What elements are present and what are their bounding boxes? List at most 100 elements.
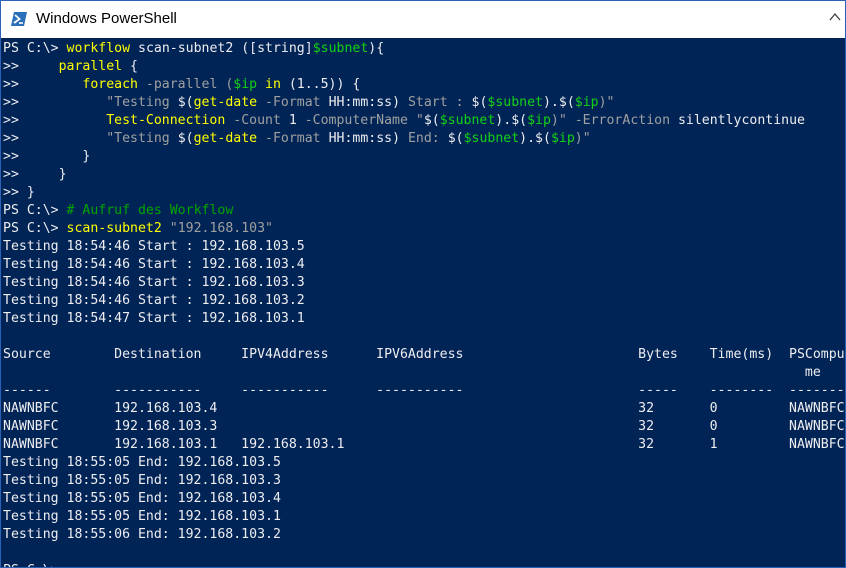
- console-output[interactable]: PS C:\> workflow scan-subnet2 ([string]$…: [1, 38, 845, 567]
- console-segment: >> }: [3, 149, 91, 164]
- console-segment: ).: [495, 113, 512, 128]
- console-segment: )": [550, 113, 567, 128]
- console-segment: silentlycontinue: [670, 113, 805, 128]
- console-line: PS C:\> # Aufruf des Workflow: [3, 202, 845, 220]
- console-segment: "192.168.103": [161, 221, 273, 236]
- console-segment: me: [3, 365, 821, 380]
- console-segment: $(: [511, 113, 528, 128]
- console-line: >> }: [3, 184, 845, 202]
- console-segment: Testing 18:55:06 End: 192.168.103.2: [3, 527, 281, 542]
- console-segment: NAWNBFC 192.168.103.3 32 0 NAWNBFC: [3, 419, 845, 434]
- console-segment: $(: [471, 95, 488, 110]
- console-line: PS C:\>: [3, 562, 845, 567]
- console-segment: $subnet: [463, 131, 520, 146]
- console-segment: -parallel (: [137, 77, 234, 92]
- console-line: Testing 18:55:06 End: 192.168.103.2: [3, 526, 845, 544]
- console-segment: $(: [177, 131, 194, 146]
- chevron-up-icon[interactable]: [829, 11, 841, 23]
- console-segment: "Testing: [106, 95, 178, 110]
- console-line: >> "Testing $(get-date -Format HH:mm:ss)…: [3, 130, 845, 148]
- console-segment: Testing 18:54:46 Start : 192.168.103.5: [3, 239, 305, 254]
- console-segment: ).: [542, 95, 559, 110]
- console-segment: "Testing: [106, 131, 178, 146]
- console-segment: ------ ----------- ----------- ---------…: [3, 383, 845, 398]
- console-segment: -Format: [257, 131, 321, 146]
- console-segment: # Aufruf des Workflow: [66, 203, 234, 218]
- console-segment: scan-subnet2: [66, 221, 162, 236]
- console-segment: $subnet: [312, 41, 369, 56]
- console-segment: 1: [280, 113, 305, 128]
- console-line: Testing 18:55:05 End: 192.168.103.4: [3, 490, 845, 508]
- console-segment: >> }: [3, 185, 35, 200]
- console-segment: $ip: [527, 113, 551, 128]
- console-line: Testing 18:54:46 Start : 192.168.103.3: [3, 274, 845, 292]
- console-segment: scan-subnet2 (: [130, 41, 250, 56]
- console-line: NAWNBFC 192.168.103.3 32 0 NAWNBFC: [3, 418, 845, 436]
- console-segment: Source Destination IPV4Address IPV6Addre…: [3, 347, 845, 362]
- console-segment: >>: [3, 95, 107, 110]
- console-segment: $subnet: [439, 113, 496, 128]
- console-line: ------ ----------- ----------- ---------…: [3, 382, 845, 400]
- console-segment: Testing 18:55:05 End: 192.168.103.4: [3, 491, 281, 506]
- console-line: Testing 18:55:05 End: 192.168.103.1: [3, 508, 845, 526]
- console-segment: foreach: [82, 77, 138, 92]
- console-segment: ).: [519, 131, 536, 146]
- console-text: PS C:\> workflow scan-subnet2 ([string]$…: [3, 40, 845, 567]
- console-segment: in: [257, 77, 289, 92]
- console-segment: HH:mm:ss): [320, 95, 408, 110]
- console-segment: NAWNBFC 192.168.103.1 192.168.103.1 32 1…: [3, 437, 845, 452]
- console-line: NAWNBFC 192.168.103.1 192.168.103.1 32 1…: [3, 436, 845, 454]
- console-line: >> Test-Connection -Count 1 -ComputerNam…: [3, 112, 845, 130]
- console-line: NAWNBFC 192.168.103.4 32 0 NAWNBFC: [3, 400, 845, 418]
- powershell-icon: [11, 12, 27, 26]
- console-segment: PS C:\>: [3, 203, 67, 218]
- console-segment: >>: [3, 113, 107, 128]
- console-segment: $subnet: [487, 95, 543, 110]
- console-segment: $(: [535, 131, 551, 146]
- console-segment: PS C:\>: [3, 41, 67, 56]
- console-segment: Testing 18:54:46 Start : 192.168.103.2: [3, 293, 305, 308]
- console-line: >> parallel {: [3, 58, 845, 76]
- console-line: Testing 18:54:46 Start : 192.168.103.2: [3, 292, 845, 310]
- console-segment: Testing 18:54:46 Start : 192.168.103.4: [3, 257, 305, 272]
- console-line: Testing 18:55:05 End: 192.168.103.3: [3, 472, 845, 490]
- console-segment: NAWNBFC 192.168.103.4 32 0 NAWNBFC: [3, 401, 845, 416]
- console-line: PS C:\> workflow scan-subnet2 ([string]$…: [3, 40, 845, 58]
- console-line: >> foreach -parallel ($ip in (1..5)) {: [3, 76, 845, 94]
- console-line: Source Destination IPV4Address IPV6Addre…: [3, 346, 845, 364]
- console-segment: ){: [368, 41, 385, 56]
- console-segment: )": [574, 131, 591, 146]
- console-segment: >>: [3, 59, 59, 74]
- console-segment: (1..5)) {: [288, 77, 361, 92]
- console-segment: Testing 18:55:05 End: 192.168.103.3: [3, 473, 281, 488]
- console-segment: $(: [423, 113, 440, 128]
- console-segment: ": [407, 113, 424, 128]
- console-segment: Start :: [407, 95, 472, 110]
- console-segment: >>: [3, 131, 107, 146]
- console-segment: -Count: [225, 113, 281, 128]
- console-line: >> "Testing $(get-date -Format HH:mm:ss)…: [3, 94, 845, 112]
- console-line: PS C:\> scan-subnet2 "192.168.103": [3, 220, 845, 238]
- console-line: Testing 18:54:46 Start : 192.168.103.4: [3, 256, 845, 274]
- title-bar[interactable]: Windows PowerShell: [1, 1, 845, 38]
- console-segment: PS C:\>: [3, 221, 67, 236]
- console-segment: Testing 18:55:05 End: 192.168.103.1: [3, 509, 281, 524]
- console-segment: -ErrorAction: [566, 113, 671, 128]
- powershell-window: Windows PowerShell PS C:\> workflow scan…: [0, 0, 846, 568]
- console-segment: get-date: [193, 95, 258, 110]
- console-segment: )": [598, 95, 615, 110]
- console-segment: Testing 18:54:47 Start : 192.168.103.1: [3, 311, 305, 326]
- console-segment: $(: [558, 95, 575, 110]
- console-line: >> }: [3, 166, 845, 184]
- console-segment: [string]: [249, 41, 313, 56]
- console-segment: get-date: [193, 131, 258, 146]
- console-segment: parallel: [58, 59, 123, 74]
- console-segment: HH:mm:ss): [320, 131, 408, 146]
- console-segment: Test-Connection: [106, 113, 226, 128]
- console-segment: End:: [407, 131, 448, 146]
- console-segment: $ip: [550, 131, 575, 146]
- console-line: >> }: [3, 148, 845, 166]
- console-line: Testing 18:54:47 Start : 192.168.103.1: [3, 310, 845, 328]
- console-segment: Testing 18:55:05 End: 192.168.103.5: [3, 455, 281, 470]
